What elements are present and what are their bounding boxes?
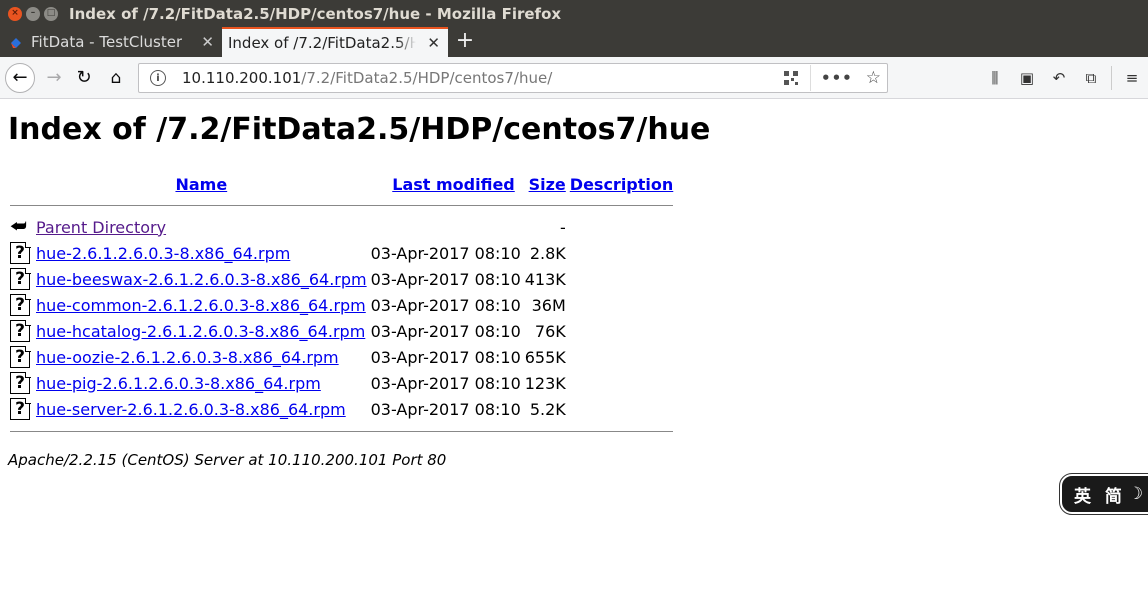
file-modified: 03-Apr-2017 08:10 xyxy=(370,269,521,289)
file-size: 5.2K xyxy=(529,399,566,419)
tab-bar: FitData - TestCluster ✕ Index of /7.2/Fi… xyxy=(0,27,1148,57)
last-modified-column-header: Last modified xyxy=(369,172,523,196)
file-link[interactable]: hue-server-2.6.1.2.6.0.3-8.x86_64.rpm xyxy=(36,400,346,419)
back-button[interactable]: ← xyxy=(5,62,35,93)
site-info-icon[interactable]: i xyxy=(150,70,166,86)
file-listing-table: Name Last modified Size Description ⮨ Pa… xyxy=(8,172,675,440)
name-column-header: Name xyxy=(34,172,369,196)
window-title: Index of /7.2/FitData2.5/HDP/centos7/hue… xyxy=(69,4,562,23)
window-minimize-button[interactable]: – xyxy=(26,6,40,21)
crop-icon[interactable]: ⧉ xyxy=(1075,69,1107,87)
language-toggle-label[interactable]: 英 简 xyxy=(1074,482,1126,507)
file-size: - xyxy=(560,217,566,237)
table-row: ? hue-pig-2.6.1.2.6.0.3-8.x86_64.rpm 03-… xyxy=(8,370,675,396)
file-modified: 03-Apr-2017 08:10 xyxy=(370,243,521,263)
undo-icon[interactable]: ↶ xyxy=(1043,69,1075,87)
file-size: 2.8K xyxy=(529,243,566,263)
table-row: ? hue-server-2.6.1.2.6.0.3-8.x86_64.rpm … xyxy=(8,396,675,422)
window-titlebar: × – □ Index of /7.2/FitData2.5/HDP/cento… xyxy=(0,0,1148,27)
sort-by-name-link[interactable]: Name xyxy=(175,175,227,194)
bookmark-star-icon[interactable]: ☆ xyxy=(866,68,881,88)
table-row: ? hue-common-2.6.1.2.6.0.3-8.x86_64.rpm … xyxy=(8,292,675,318)
tab-label: Index of /7.2/FitData2.5/HDP/centos7/hue xyxy=(228,34,416,52)
window-maximize-button[interactable]: □ xyxy=(44,6,58,21)
file-size: 413K xyxy=(524,269,566,289)
page-content: Index of /7.2/FitData2.5/HDP/centos7/hue… xyxy=(0,108,1148,469)
file-size: 655K xyxy=(524,347,566,367)
file-link[interactable]: hue-common-2.6.1.2.6.0.3-8.x86_64.rpm xyxy=(36,296,366,315)
file-size: 123K xyxy=(524,373,566,393)
tab-close-icon[interactable]: ✕ xyxy=(427,34,440,52)
table-row: ? hue-2.6.1.2.6.0.3-8.x86_64.rpm 03-Apr-… xyxy=(8,240,675,266)
file-size: 76K xyxy=(534,321,566,341)
table-divider xyxy=(10,204,674,206)
sort-by-size-link[interactable]: Size xyxy=(529,175,566,194)
sort-by-modified-link[interactable]: Last modified xyxy=(392,175,515,194)
forward-button[interactable]: → xyxy=(39,63,69,93)
page-actions-menu-icon[interactable]: ••• xyxy=(821,69,853,87)
file-modified: 03-Apr-2017 08:10 xyxy=(370,295,521,315)
unknown-file-icon: ? xyxy=(10,345,31,368)
navigation-bar: ← → ↻ ⌂ i 10.110.200.101/7.2/FitData2.5/… xyxy=(0,57,1148,99)
url-host: 10.110.200.101 xyxy=(182,69,302,87)
unknown-file-icon: ? xyxy=(10,241,31,264)
sidebar-icon[interactable]: ▣ xyxy=(1011,69,1043,87)
home-button[interactable]: ⌂ xyxy=(101,63,131,93)
table-row: ⮨ Parent Directory - xyxy=(8,214,675,240)
table-row: ? hue-oozie-2.6.1.2.6.0.3-8.x86_64.rpm 0… xyxy=(8,344,675,370)
sort-by-description-link[interactable]: Description xyxy=(570,175,673,194)
file-link[interactable]: hue-2.6.1.2.6.0.3-8.x86_64.rpm xyxy=(36,244,290,263)
unknown-file-icon: ? xyxy=(10,371,31,394)
library-icon[interactable]: ⫼ xyxy=(979,69,1011,87)
moon-icon[interactable]: ☽ xyxy=(1128,484,1147,504)
url-text[interactable]: 10.110.200.101/7.2/FitData2.5/HDP/centos… xyxy=(182,69,552,87)
table-divider xyxy=(10,430,674,432)
parent-directory-link[interactable]: Parent Directory xyxy=(36,218,166,237)
toolbar-divider xyxy=(1111,66,1112,90)
file-size: 36M xyxy=(531,295,566,315)
fitdata-favicon-icon xyxy=(8,34,24,50)
file-link[interactable]: hue-oozie-2.6.1.2.6.0.3-8.x86_64.rpm xyxy=(36,348,339,367)
file-modified: 03-Apr-2017 08:10 xyxy=(370,347,521,367)
file-link[interactable]: hue-hcatalog-2.6.1.2.6.0.3-8.x86_64.rpm xyxy=(36,322,365,341)
unknown-file-icon: ? xyxy=(10,293,31,316)
reload-button[interactable]: ↻ xyxy=(69,63,99,93)
window-close-button[interactable]: × xyxy=(8,6,22,21)
table-row: ? hue-beeswax-2.6.1.2.6.0.3-8.x86_64.rpm… xyxy=(8,266,675,292)
language-theme-toggle[interactable]: 英 简 ☽ xyxy=(1059,473,1148,515)
parent-directory-icon: ⮨ xyxy=(10,216,27,237)
unknown-file-icon: ? xyxy=(10,319,31,342)
tab-fitdata[interactable]: FitData - TestCluster ✕ xyxy=(0,27,222,57)
tab-label: FitData - TestCluster xyxy=(31,33,183,51)
file-link[interactable]: hue-pig-2.6.1.2.6.0.3-8.x86_64.rpm xyxy=(36,374,321,393)
unknown-file-icon: ? xyxy=(10,267,31,290)
file-modified: 03-Apr-2017 08:10 xyxy=(370,321,521,341)
table-row: ? hue-hcatalog-2.6.1.2.6.0.3-8.x86_64.rp… xyxy=(8,318,675,344)
icon-column-header xyxy=(8,172,34,196)
file-link[interactable]: hue-beeswax-2.6.1.2.6.0.3-8.x86_64.rpm xyxy=(36,270,367,289)
url-bar-divider xyxy=(809,65,811,91)
new-tab-button[interactable]: + xyxy=(448,27,482,57)
tab-close-icon[interactable]: ✕ xyxy=(201,33,214,51)
url-bar[interactable]: i 10.110.200.101/7.2/FitData2.5/HDP/cent… xyxy=(138,63,888,93)
description-column-header: Description xyxy=(568,172,675,196)
tab-index-hue[interactable]: Index of /7.2/FitData2.5/HDP/centos7/hue… xyxy=(222,27,448,57)
url-path: /7.2/FitData2.5/HDP/centos7/hue/ xyxy=(301,69,553,87)
file-modified: 03-Apr-2017 08:10 xyxy=(370,373,521,393)
hamburger-menu-icon[interactable]: ≡ xyxy=(1116,69,1148,87)
page-title: Index of /7.2/FitData2.5/HDP/centos7/hue xyxy=(8,112,711,147)
unknown-file-icon: ? xyxy=(10,397,31,420)
file-modified: 03-Apr-2017 08:10 xyxy=(370,399,521,419)
server-signature: Apache/2.2.15 (CentOS) Server at 10.110.… xyxy=(8,451,447,469)
size-column-header: Size xyxy=(523,172,568,196)
qr-code-icon[interactable] xyxy=(783,71,798,85)
